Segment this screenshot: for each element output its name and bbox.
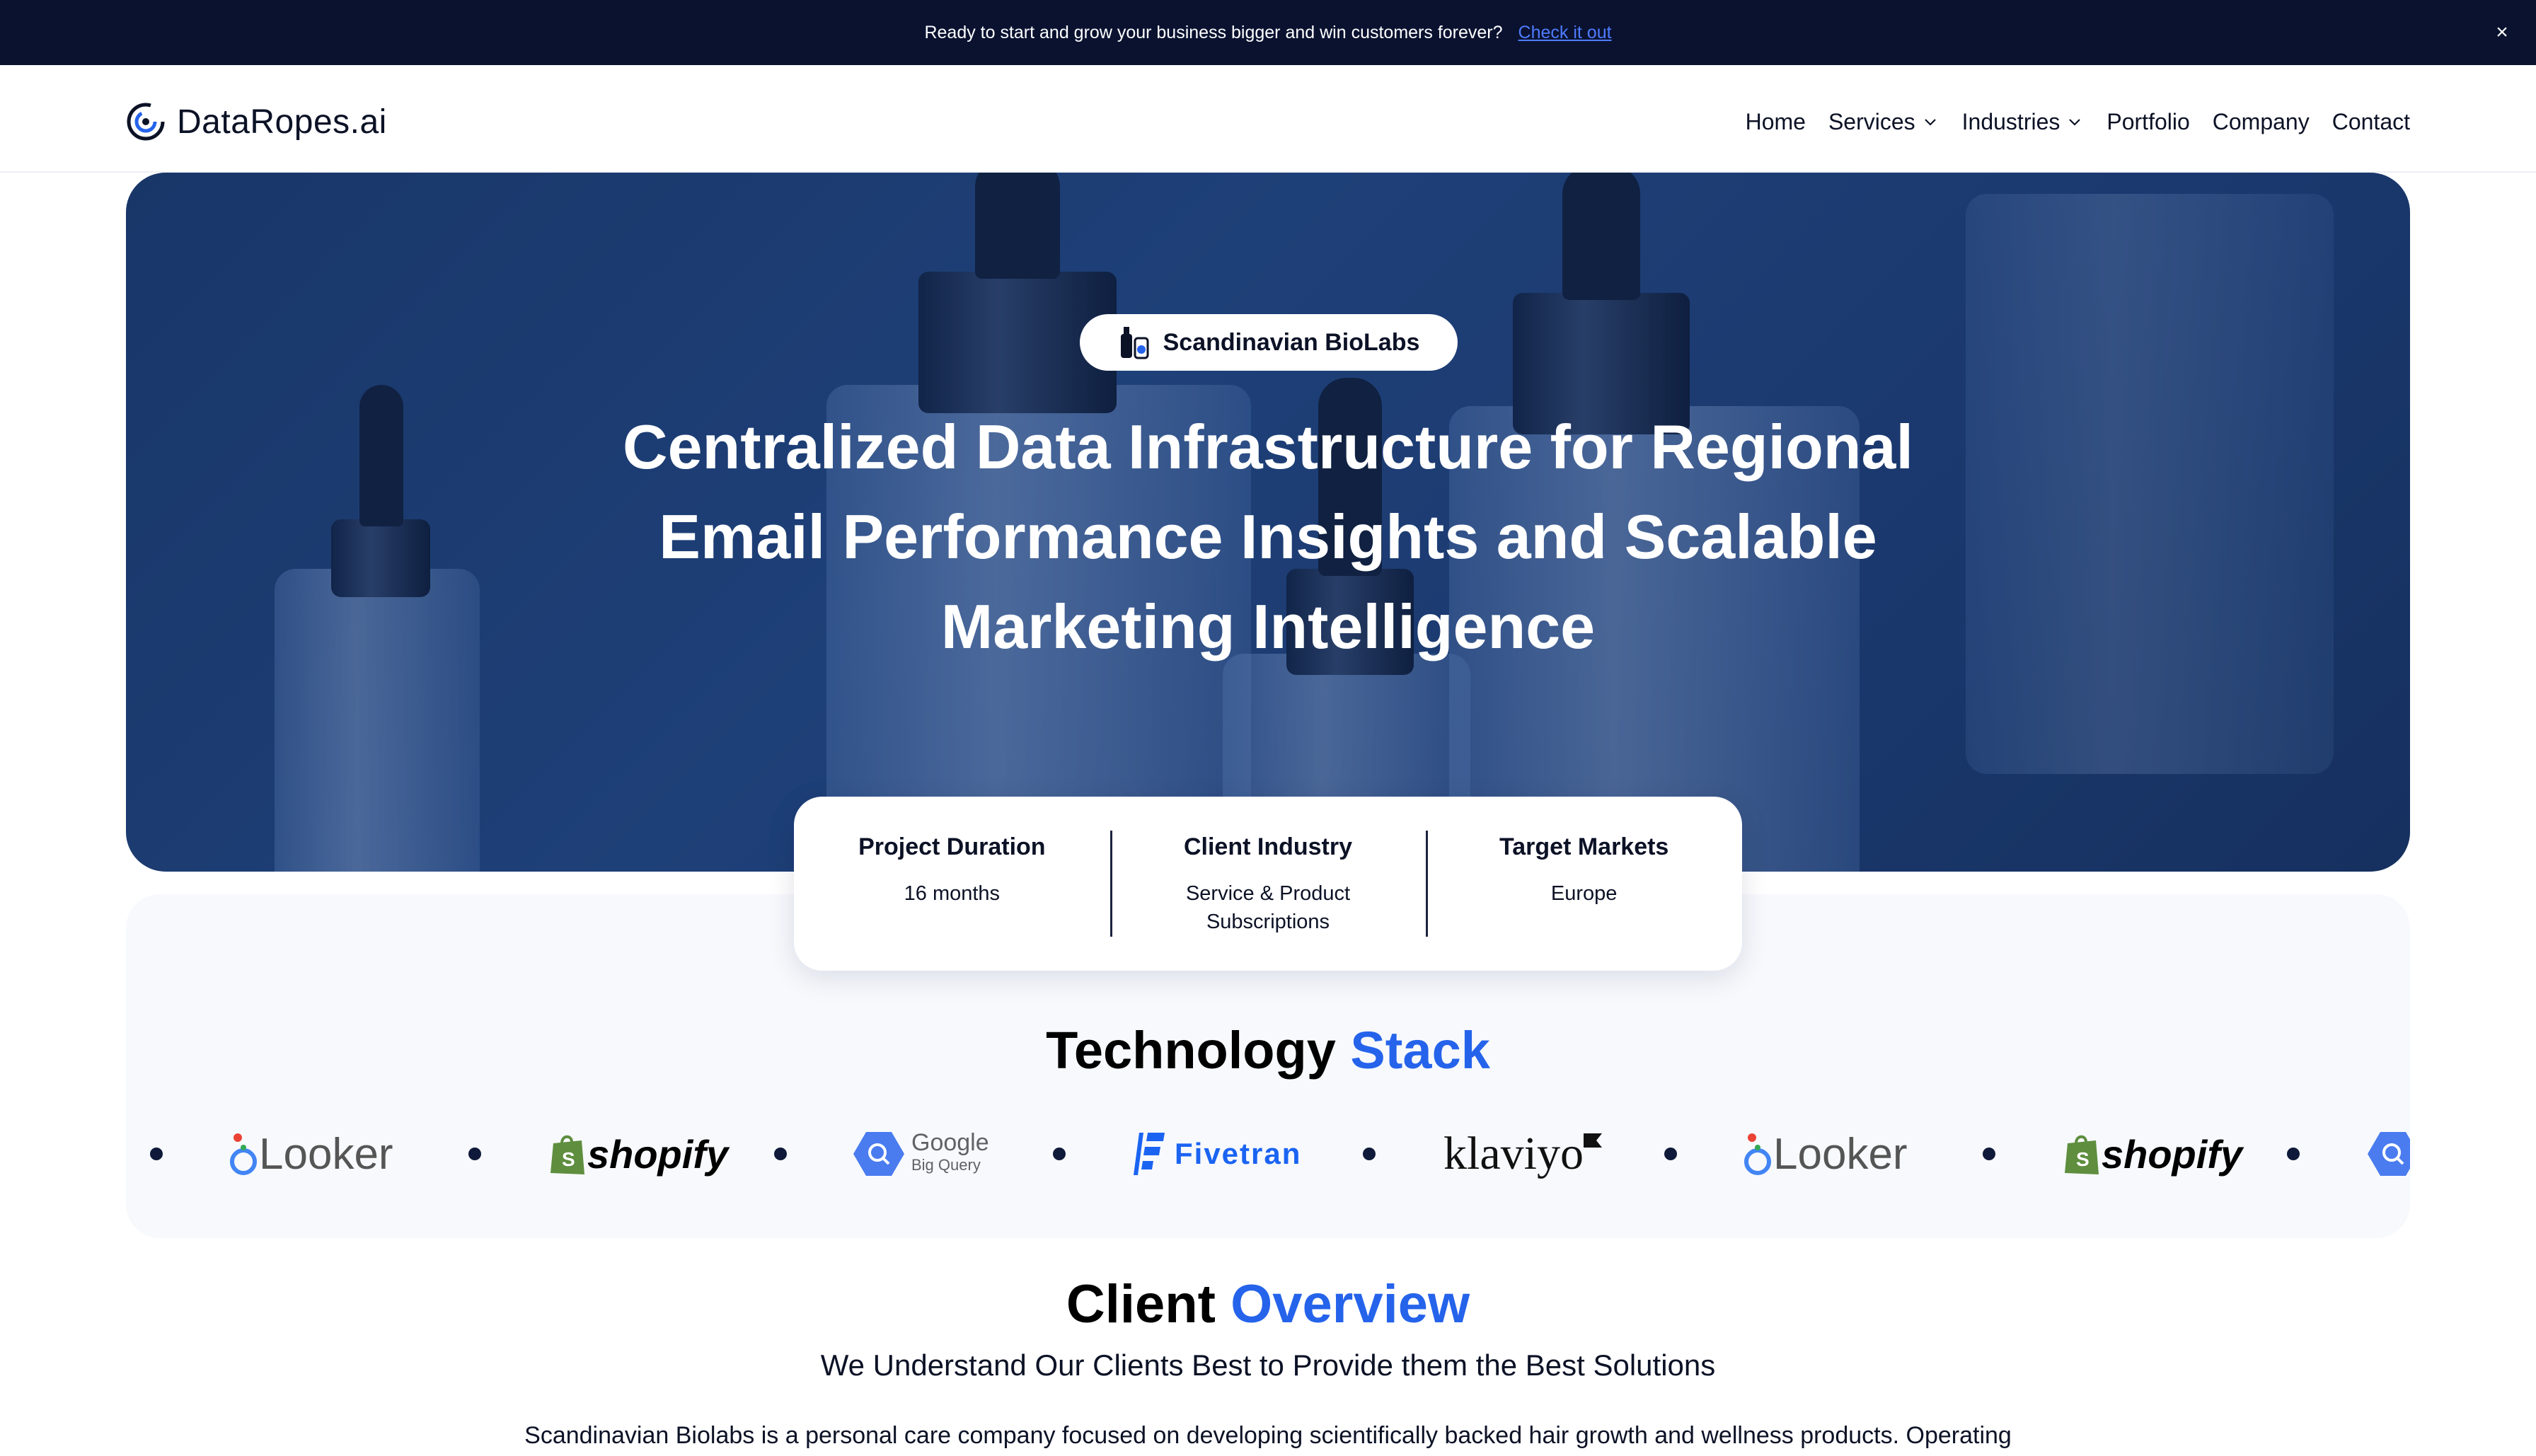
title-main: Technology [1046, 1021, 1336, 1080]
hero-title: Centralized Data Infrastructure for Regi… [566, 402, 1970, 671]
carousel-separator [2287, 1148, 2300, 1160]
nav-portfolio[interactable]: Portfolio [2106, 109, 2189, 135]
chevron-down-icon [1924, 118, 1936, 126]
carousel-separator [774, 1148, 787, 1160]
shopify-logo-text: shopify [2102, 1131, 2243, 1177]
nav-services-label: Services [1828, 109, 1915, 134]
carousel-separator [1363, 1148, 1376, 1160]
nav-contact[interactable]: Contact [2332, 109, 2410, 135]
technology-stack-title: Technology Stack [126, 1020, 2410, 1080]
target-markets: Target Markets Europe [1426, 797, 1742, 971]
bigquery-icon [2368, 1132, 2410, 1176]
project-info-card: Project Duration 16 months Client Indust… [794, 797, 1742, 971]
shopify-logo: S shopify [2063, 1129, 2242, 1179]
bigquery-icon [853, 1132, 904, 1176]
bigquery-logo: Google Big Query [853, 1129, 989, 1179]
hero-title-line: Marketing Intelligence [940, 591, 1596, 661]
looker-icon [1744, 1133, 1771, 1175]
shopify-bag-icon: S [2065, 1135, 2099, 1174]
hero-title-line: Centralized Data Infrastructure for Regi… [623, 412, 1913, 482]
logo-icon [127, 103, 165, 141]
client-badge: Scandinavian BioLabs [1080, 314, 1458, 371]
tech-logo-carousel: Looker S shopify Google Big Query Fivetr… [126, 1115, 2410, 1186]
shopify-logo-text: shopify [587, 1131, 729, 1177]
klaviyo-logo: klaviyo [1443, 1128, 1602, 1179]
fivetran-icon [1134, 1133, 1165, 1175]
close-icon[interactable]: × [2489, 20, 2515, 45]
carousel-separator [150, 1148, 163, 1160]
looker-icon [230, 1133, 257, 1175]
klaviyo-flag-icon [1583, 1133, 1602, 1148]
client-overview-subtitle: We Understand Our Clients Best to Provid… [820, 1348, 1716, 1382]
looker-logo-text: Looker [1773, 1129, 1908, 1179]
client-industry-value-line: Service & Product [1185, 882, 1351, 905]
project-duration-value: 16 months [904, 882, 1001, 905]
carousel-separator [1053, 1148, 1066, 1160]
title-accent: Overview [1230, 1274, 1470, 1334]
hero-title-line: Email Performance Insights and Scalable [659, 502, 1877, 572]
nav-services[interactable]: Services [1828, 109, 1940, 135]
project-duration-label: Project Duration [858, 833, 1046, 860]
navbar: DataRopes.ai Home Services Industries Po… [0, 65, 2536, 173]
svg-text:S: S [2076, 1148, 2090, 1170]
chevron-down-icon [2069, 118, 2081, 126]
target-markets-label: Target Markets [1499, 833, 1669, 860]
client-industry-value-line: Subscriptions [1206, 911, 1330, 933]
shopify-logo: S shopify [549, 1129, 728, 1179]
carousel-separator [1664, 1148, 1677, 1160]
klaviyo-logo-text: klaviyo [1443, 1128, 1584, 1179]
looker-logo: Looker [1742, 1129, 1908, 1179]
carousel-separator [1983, 1148, 1995, 1160]
bigquery-logo-text: Google Big Query [911, 1131, 989, 1177]
bigquery-line-1: Google [911, 1129, 989, 1156]
lab-bottles-icon [1120, 327, 1149, 359]
nav-industries[interactable]: Industries [1962, 109, 2085, 135]
announcement-bar: Ready to start and grow your business bi… [0, 0, 2536, 65]
main-menu: Home Services Industries Portfolio Compa… [1723, 109, 2410, 135]
nav-company[interactable]: Company [2213, 109, 2310, 135]
carousel-separator [468, 1148, 481, 1160]
client-overview-body: Scandinavian Biolabs is a personal care … [524, 1422, 2012, 1449]
nav-industries-label: Industries [1961, 109, 2060, 134]
title-main: Client [1066, 1274, 1216, 1334]
nav-home[interactable]: Home [1746, 109, 1806, 135]
looker-logo-text: Looker [259, 1129, 393, 1179]
brand-name: DataRopes.ai [177, 103, 387, 141]
target-markets-value: Europe [1550, 882, 1618, 905]
title-accent: Stack [1350, 1021, 1490, 1080]
brand-logo[interactable]: DataRopes.ai [125, 100, 387, 143]
looker-logo: Looker [228, 1129, 393, 1179]
bigquery-line-2: Big Query [911, 1156, 981, 1174]
client-industry-label: Client Industry [1183, 833, 1353, 860]
announcement-cta-link[interactable]: Check it out [1518, 23, 1612, 43]
client-overview-title: Client Overview [0, 1273, 2536, 1335]
shopify-bag-icon: S [551, 1135, 584, 1174]
announcement-message: Ready to start and grow your business bi… [924, 22, 1503, 42]
fivetran-logo-text: Fivetran [1175, 1137, 1302, 1170]
client-badge-label: Scandinavian BioLabs [1163, 328, 1420, 356]
svg-text:S: S [562, 1148, 575, 1170]
project-duration: Project Duration 16 months [794, 797, 1110, 971]
bigquery-logo [2368, 1129, 2410, 1179]
client-industry: Client Industry Service & Product Subscr… [1110, 797, 1426, 971]
fivetran-logo: Fivetran [1134, 1129, 1301, 1179]
client-industry-value: Service & Product Subscriptions [1110, 879, 1426, 936]
